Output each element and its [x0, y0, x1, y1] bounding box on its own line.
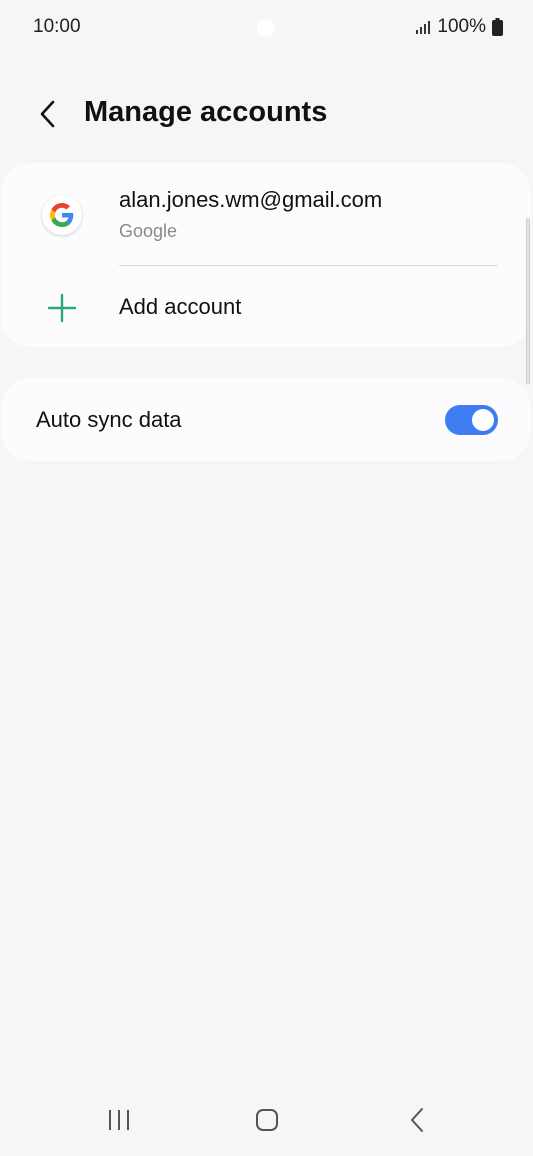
page-title: Manage accounts — [84, 96, 328, 128]
account-provider: Google — [119, 221, 178, 241]
auto-sync-label: Auto sync data — [36, 407, 182, 432]
recents-button[interactable] — [99, 1104, 139, 1136]
plus-icon — [47, 293, 77, 323]
toggle-knob — [472, 409, 494, 431]
auto-sync-toggle[interactable] — [445, 405, 498, 435]
chevron-left-icon — [40, 100, 55, 128]
battery-icon — [492, 18, 503, 36]
phone-screen: 10:00 100% Manage accounts alan.jones.wm… — [0, 0, 533, 1156]
app-header: Manage accounts — [0, 84, 533, 146]
account-email: alan.jones.wm@gmail.com — [119, 187, 383, 212]
navigation-bar — [0, 1090, 533, 1150]
auto-sync-card: Auto sync data — [1, 378, 531, 461]
status-bar: 10:00 100% — [0, 0, 533, 56]
google-icon — [42, 195, 82, 235]
nav-back-button[interactable] — [398, 1104, 438, 1136]
signal-icon — [415, 19, 431, 35]
add-account-button[interactable]: Add account — [1, 266, 531, 347]
home-button[interactable] — [247, 1104, 287, 1136]
status-time: 10:00 — [33, 16, 81, 37]
home-icon — [256, 1109, 278, 1131]
scrollbar[interactable] — [526, 218, 530, 384]
front-camera — [257, 19, 275, 37]
accounts-card: alan.jones.wm@gmail.com Google Add accou… — [1, 163, 531, 347]
add-account-label: Add account — [119, 294, 242, 319]
battery-percentage: 100% — [437, 16, 486, 37]
status-indicators: 100% — [415, 16, 503, 38]
back-button[interactable] — [28, 94, 68, 134]
recents-icon — [109, 1110, 129, 1130]
back-icon — [411, 1108, 423, 1132]
account-item-google[interactable]: alan.jones.wm@gmail.com Google — [1, 163, 531, 265]
